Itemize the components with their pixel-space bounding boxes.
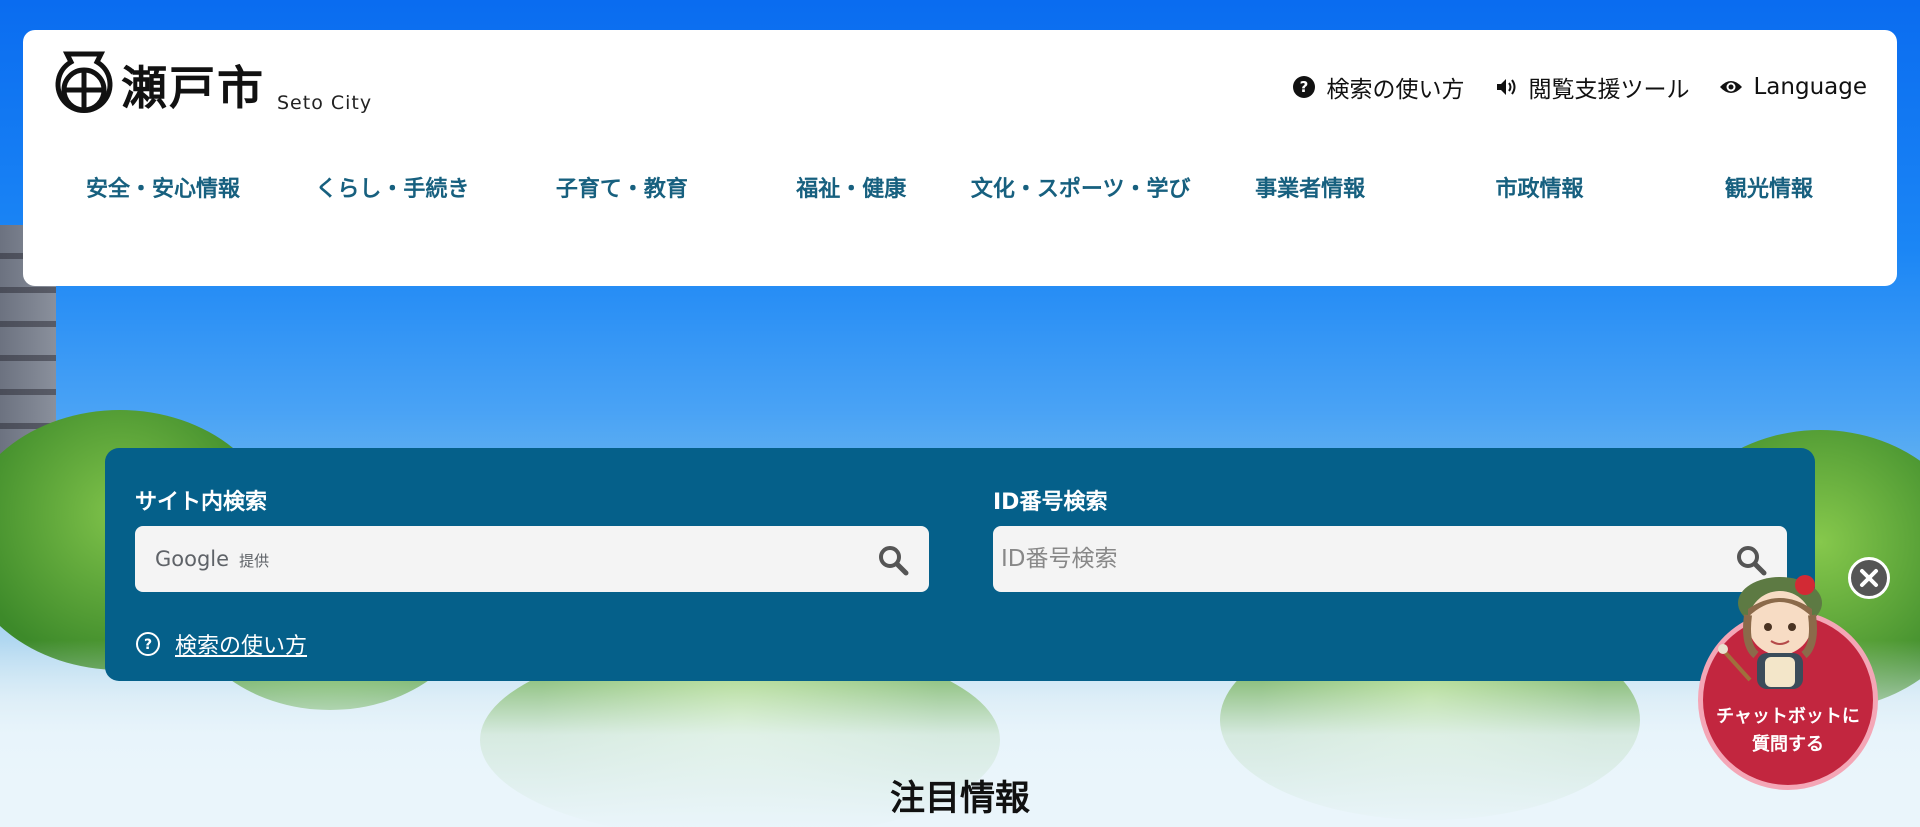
- language-label: Language: [1753, 74, 1867, 100]
- utility-links: ? 検索の使い方 閲覧支援ツール Language: [1292, 70, 1867, 104]
- logo-text: 瀬戸市: [121, 61, 265, 115]
- language-link[interactable]: Language: [1719, 74, 1867, 100]
- close-icon: [1860, 569, 1878, 587]
- eye-icon: [1720, 81, 1743, 93]
- accessibility-tools-link[interactable]: 閲覧支援ツール: [1494, 70, 1689, 104]
- nav-welfare-health[interactable]: 福祉・健康: [741, 170, 961, 210]
- google-provided-text: 提供: [239, 552, 270, 570]
- site-search-label: サイト内検索: [135, 490, 268, 515]
- search-icon[interactable]: [877, 544, 909, 576]
- search-help-bottom-link[interactable]: ? 検索の使い方: [135, 628, 307, 660]
- svg-text:?: ?: [1300, 78, 1309, 96]
- svg-text:?: ?: [144, 637, 152, 653]
- logo-subtitle: Seto City: [277, 92, 373, 114]
- nav-living[interactable]: くらし・手続き: [282, 170, 502, 210]
- chatbot-character-icon: [1718, 575, 1822, 689]
- nav-safety[interactable]: 安全・安心情報: [53, 170, 273, 210]
- chatbot-label-line1: チャットボットに: [1716, 706, 1860, 727]
- city-emblem-icon: [55, 51, 113, 113]
- google-text: Google: [155, 547, 230, 571]
- question-circle-icon: ?: [136, 632, 160, 656]
- accessibility-tools-label: 閲覧支援ツール: [1528, 77, 1690, 103]
- speaker-icon: [1497, 79, 1516, 95]
- site-header: 瀬戸市 Seto City ? 検索の使い方 閲覧支援ツール Language …: [23, 30, 1897, 286]
- nav-business[interactable]: 事業者情報: [1200, 170, 1420, 210]
- nav-city-government[interactable]: 市政情報: [1430, 170, 1650, 210]
- site-logo[interactable]: 瀬戸市 Seto City: [53, 50, 372, 118]
- search-help-label: 検索の使い方: [1326, 77, 1465, 103]
- search-panel: サイト内検索 Google 提供 ID番号検索 ID番号検索 ? 検索の使い方: [105, 448, 1815, 681]
- id-search-box: [993, 526, 1787, 592]
- google-branding: Google 提供: [155, 547, 269, 571]
- site-search-input[interactable]: Google 提供: [135, 526, 929, 592]
- search-help-bottom-label: 検索の使い方: [175, 634, 308, 659]
- featured-heading: 注目情報: [889, 779, 1030, 819]
- chatbot-label: チャットボットに 質問する: [1698, 703, 1878, 759]
- nav-childcare-education[interactable]: 子育て・教育: [512, 170, 732, 210]
- nav-tourism[interactable]: 観光情報: [1659, 170, 1879, 210]
- nav-culture-sports[interactable]: 文化・スポーツ・学び: [971, 170, 1191, 210]
- chatbot-widget[interactable]: チャットボットに 質問する: [1690, 555, 1920, 800]
- id-search-label: ID番号検索: [993, 490, 1108, 515]
- page: 瀬戸市 Seto City ? 検索の使い方 閲覧支援ツール Language …: [0, 0, 1920, 827]
- chatbot-label-line2: 質問する: [1752, 734, 1824, 755]
- search-help-link[interactable]: ? 検索の使い方: [1292, 70, 1464, 104]
- question-circle-icon: ?: [1293, 76, 1316, 98]
- chatbot-close-button[interactable]: [1848, 557, 1890, 599]
- id-search-input[interactable]: [999, 545, 1703, 573]
- id-search: ID番号検索: [993, 484, 1787, 592]
- global-navigation: 安全・安心情報 くらし・手続き 子育て・教育 福祉・健康 文化・スポーツ・学び …: [53, 170, 1879, 210]
- site-search: サイト内検索 Google 提供: [135, 484, 929, 592]
